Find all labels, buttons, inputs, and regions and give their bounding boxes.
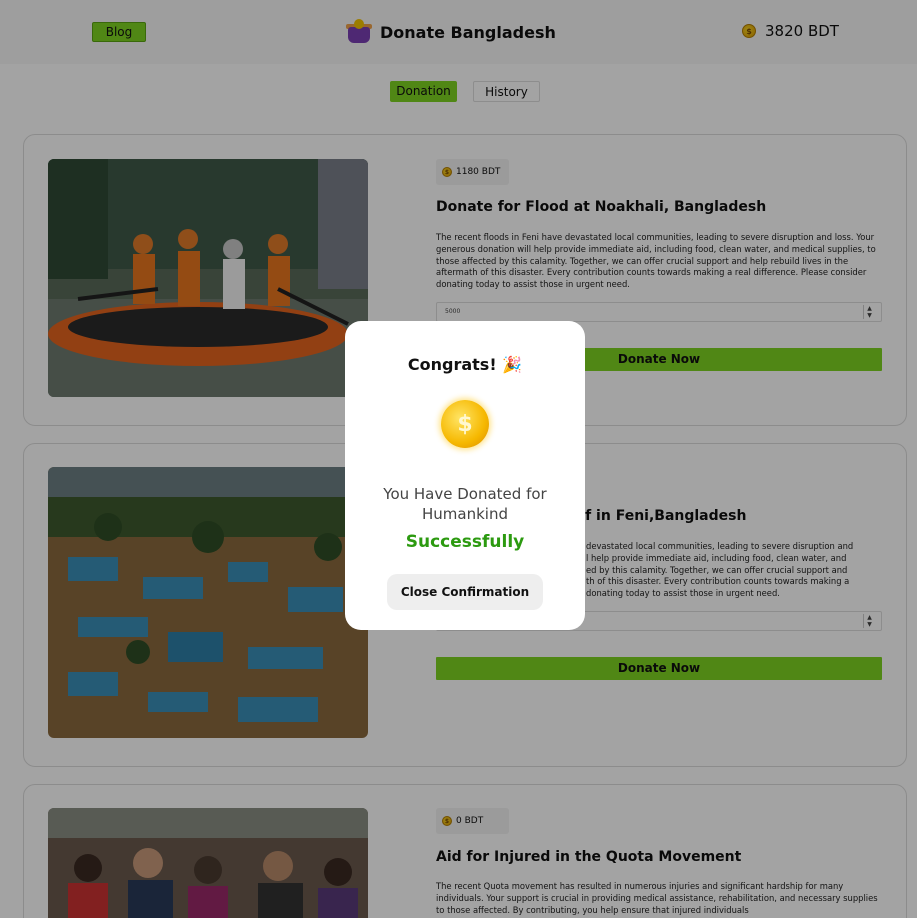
modal-message: You Have Donated for Humankind [383,485,547,523]
gold-coin-icon: $ [441,400,489,448]
close-confirmation-button[interactable]: Close Confirmation [387,574,543,610]
confirmation-modal: Congrats! 🎉 $ You Have Donated for Human… [345,321,585,630]
modal-title: Congrats! 🎉 [407,355,523,374]
modal-status: Successfully [405,532,525,552]
